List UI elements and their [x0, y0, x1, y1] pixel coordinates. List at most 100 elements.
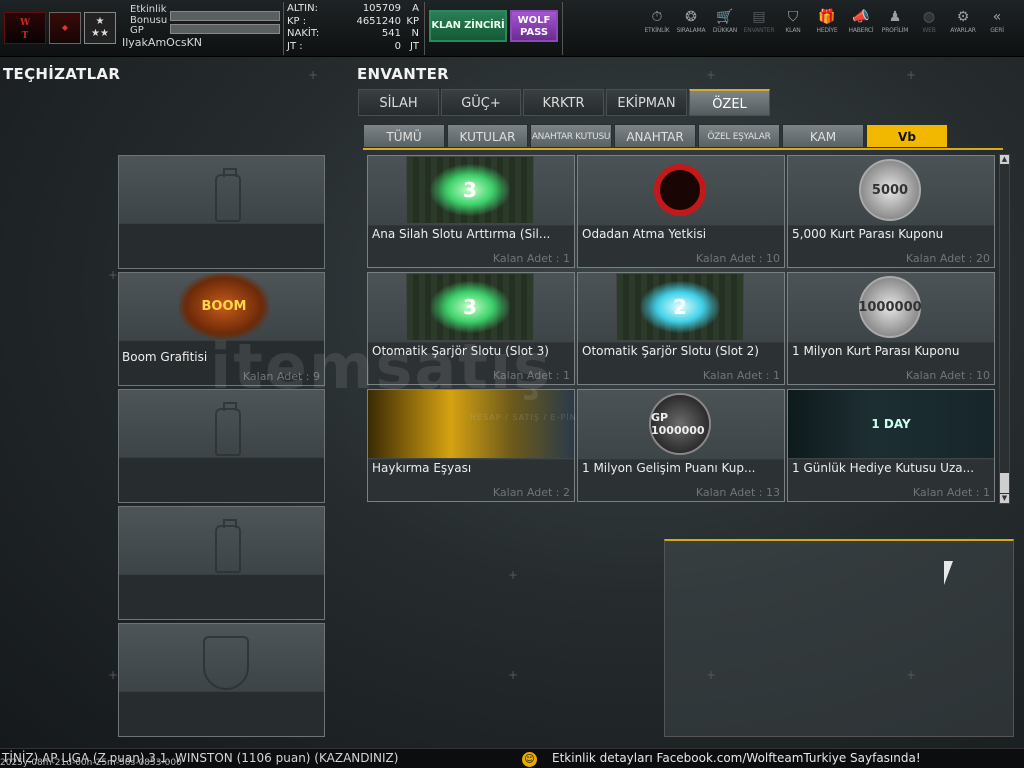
inventory-item-card[interactable]: 3 Ana Silah Slotu Arttırma (Sil... Kalan A…: [367, 155, 575, 268]
top-bar: WT ◆ ★ ★★ Etkinlik Bonusu GP IlyakAmOcsKN…: [0, 0, 1024, 57]
inventory-item-name: Ana Silah Slotu Arttırma (Sil...: [372, 227, 551, 241]
coin-value: 5000: [859, 159, 921, 221]
event-bonus-label: Etkinlik Bonusu: [130, 4, 168, 26]
nav-profile[interactable]: ♟ PROFİLİM: [878, 8, 912, 34]
subtab-1[interactable]: KUTULAR: [447, 124, 528, 148]
inventory-item-card[interactable]: 1 DAY 1 Günlük Hediye Kutusu Uza... Kalan …: [787, 389, 995, 502]
subtab-2[interactable]: ANAHTAR KUTUSU: [530, 124, 612, 148]
currency-row: JT : 0 JT: [285, 41, 423, 54]
currency-row: ALTIN: 105709 A: [285, 3, 423, 16]
inventory-item-card[interactable]: 2 Otomatik Şarjör Slotu (Slot 2) Kalan Ade…: [577, 272, 785, 385]
plus-marker: +: [906, 68, 917, 82]
watermark: itemsatış: [210, 330, 553, 403]
nav-stopwatch[interactable]: ⏱ ETKİNLİK: [640, 8, 674, 34]
nav-label: HEDİYE: [816, 27, 838, 34]
inventory-item-name: 1 Günlük Hediye Kutusu Uza...: [792, 461, 975, 475]
subtab-4[interactable]: ÖZEL EŞYALAR: [698, 124, 780, 148]
plus-marker: +: [706, 68, 717, 82]
clan-emblem[interactable]: ◆: [49, 12, 81, 44]
coin-value: GP 1000000: [649, 393, 711, 455]
subtab-5[interactable]: KAM: [782, 124, 864, 148]
inventory-item-card[interactable]: GP 1000000 1 Milyon Gelişim Puanı Kup... K…: [577, 389, 785, 502]
wolf-pass-button[interactable]: WOLF PASS: [510, 10, 558, 42]
equipment-title: TEÇHİZATLAR: [3, 65, 121, 83]
nav-back-chevrons[interactable]: « GERİ: [980, 8, 1014, 34]
slot-number: 3: [430, 164, 510, 216]
subtab-underline: [363, 148, 1003, 150]
equipment-slot[interactable]: [118, 506, 325, 620]
currency-row: KP : 4651240 KP: [285, 16, 423, 29]
inventory-item-qty: Kalan Adet : 10: [905, 369, 990, 382]
globe-icon: ◍: [922, 9, 936, 25]
currency-key: KP :: [287, 15, 307, 27]
nav-label: GERİ: [990, 27, 1004, 34]
inventory-item-card[interactable]: Haykırma Eşyası Kalan Adet : 2: [367, 389, 575, 502]
nav-label: AYARLAR: [950, 27, 976, 34]
gp-coin-icon: GP 1000000: [616, 390, 744, 458]
shield-icon: [203, 636, 249, 690]
nav-inventory: ▤ ENVANTER: [742, 8, 776, 34]
kp-coin-icon: 5000: [826, 156, 954, 224]
inventory-item-card[interactable]: Odadan Atma Yetkisi Kalan Adet : 10: [577, 155, 785, 268]
daily-gift-box-image: 1 DAY: [788, 390, 994, 458]
spray-can-icon: [215, 168, 241, 222]
gear-icon: ⚙: [956, 9, 970, 25]
rifle-slot-icon: 3: [406, 156, 534, 224]
inventory-item-qty: Kalan Adet : 10: [695, 252, 780, 265]
spray-can-icon: [215, 402, 241, 456]
nav-label: ETKİNLİK: [644, 27, 670, 34]
inventory-icon: ▤: [752, 9, 766, 25]
back-chevrons-icon: «: [992, 9, 1002, 25]
subtab-6[interactable]: Vb: [866, 124, 948, 148]
inventory-item-name: 1 Milyon Gelişim Puanı Kup...: [582, 461, 756, 475]
nav-medal[interactable]: ❂ SIRALAMA: [674, 8, 708, 34]
nav-label: HABERCİ: [848, 27, 874, 34]
inventory-item-name: Otomatik Şarjör Slotu (Slot 2): [582, 344, 759, 358]
currency-unit: A: [412, 3, 419, 14]
ticker-timestamp: 2025y-08m-21d-00h-25m-50s-0853-000: [0, 758, 182, 768]
currency-key: ALTIN:: [287, 3, 318, 14]
nav-cart[interactable]: 🛒 DÜKKAN: [708, 8, 742, 34]
user-info-icon: ☺: [522, 752, 537, 767]
clan-chain-button[interactable]: KLAN ZİNCİRİ: [429, 10, 507, 42]
nav-label: ENVANTER: [743, 27, 775, 34]
inventory-item-qty: Kalan Adet : 20: [905, 252, 990, 265]
watermark-subtext: HESAP / SATIŞ / E-PİN: [470, 413, 577, 422]
equipment-slot[interactable]: [118, 623, 325, 737]
cart-icon: 🛒: [716, 9, 734, 25]
subtab-3[interactable]: ANAHTAR: [614, 124, 696, 148]
nav-label: KLAN: [785, 27, 801, 34]
inventory-item-qty: Kalan Adet : 13: [695, 486, 780, 499]
scroll-down-icon[interactable]: ▼: [1000, 494, 1009, 503]
tab-2[interactable]: KRKTR: [523, 89, 604, 116]
nav-gift[interactable]: 🎁 HEDİYE: [810, 8, 844, 34]
scroll-thumb[interactable]: [1000, 473, 1009, 493]
megaphone-icon: 📣: [852, 9, 870, 25]
currency-unit: JT: [409, 40, 419, 52]
tab-4[interactable]: ÖZEL: [689, 89, 770, 116]
equipment-slot[interactable]: [118, 389, 325, 503]
news-ticker: TİNİZ) AP LIGA (Z puan) 3.1. WINSTON (11…: [0, 748, 1024, 768]
tab-1[interactable]: GÜÇ+: [441, 89, 521, 116]
nav-megaphone[interactable]: 📣 HABERCİ: [844, 8, 878, 34]
subtab-0[interactable]: TÜMÜ: [363, 124, 445, 148]
currency-key: NAKİT:: [287, 28, 320, 39]
coin-value: 1000000: [858, 276, 922, 338]
clan-shield-icon: ⛉: [787, 9, 799, 25]
tab-0[interactable]: SİLAH: [358, 89, 439, 116]
inventory-item-card[interactable]: 1000000 1 Milyon Kurt Parası Kuponu Kalan …: [787, 272, 995, 385]
nav-clan-shield[interactable]: ⛉ KLAN: [776, 8, 810, 34]
tab-3[interactable]: EKİPMAN: [606, 89, 687, 116]
username: IlyakAmOcsKN: [122, 36, 203, 49]
equipment-slot[interactable]: [118, 155, 325, 269]
inventory-item-qty: Kalan Adet : 1: [492, 252, 570, 265]
scroll-up-icon[interactable]: ▲: [1000, 155, 1009, 164]
ban-symbol-icon: [654, 164, 706, 216]
nav-gear[interactable]: ⚙ AYARLAR: [946, 8, 980, 34]
divider: [424, 2, 425, 55]
inventory-item-name: 1 Milyon Kurt Parası Kuponu: [792, 344, 960, 358]
currency-value: 105709: [362, 3, 401, 14]
inventory-item-card[interactable]: 5000 5,000 Kurt Parası Kuponu Kalan Adet :…: [787, 155, 995, 268]
item-grid-scrollbar[interactable]: ▲ ▼: [999, 154, 1010, 504]
currency-value: 541: [381, 28, 401, 39]
